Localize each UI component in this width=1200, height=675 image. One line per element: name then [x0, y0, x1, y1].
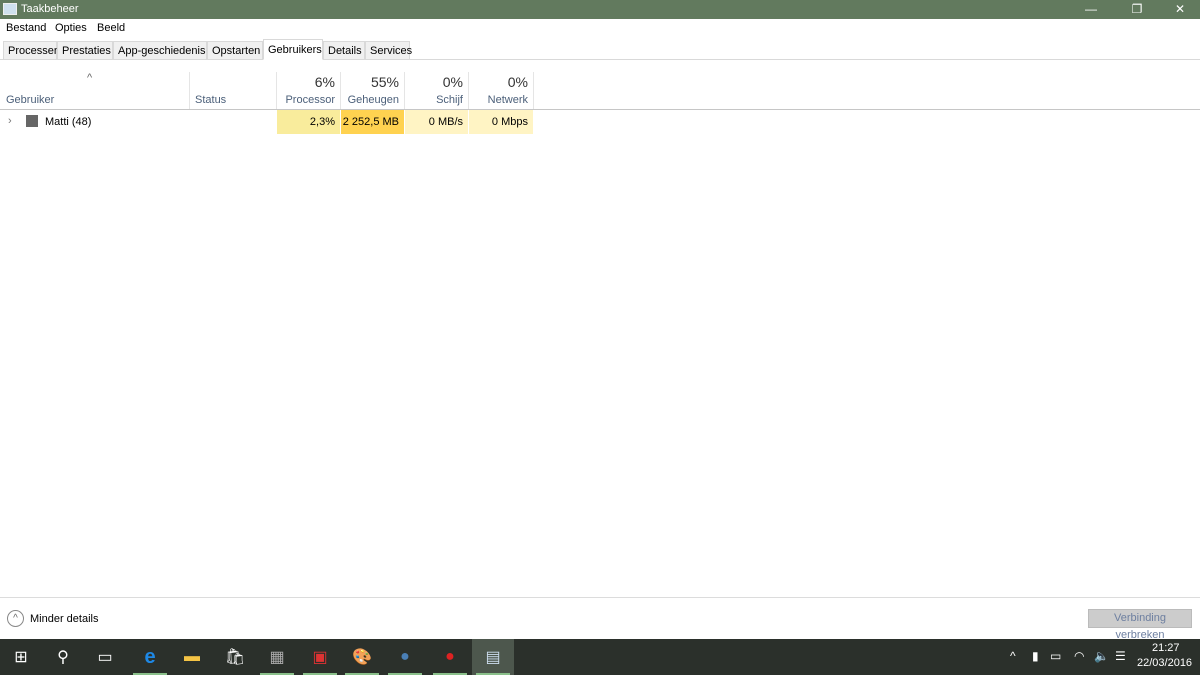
column-header-user[interactable]: ^ Gebruiker	[0, 72, 190, 109]
column-header-network[interactable]: 0% Netwerk	[469, 72, 534, 109]
tab-app-geschiedenis[interactable]: App-geschiedenis	[113, 41, 207, 60]
store-icon[interactable]: 🛍	[214, 639, 256, 675]
menu-opties[interactable]: Opties	[55, 22, 87, 34]
tab-prestaties[interactable]: Prestaties	[57, 41, 113, 60]
disk-cell: 0 MB/s	[405, 110, 469, 134]
menu-bar: Bestand Opties Beeld	[0, 19, 1200, 38]
tab-services[interactable]: Services	[365, 41, 412, 60]
column-header-status[interactable]: Status	[190, 72, 277, 109]
user-name: Matti (48)	[45, 116, 92, 128]
file-explorer-icon[interactable]: ▬	[171, 639, 213, 675]
expand-chevron-icon[interactable]: ›	[8, 115, 12, 127]
close-button[interactable]: ✕	[1160, 0, 1200, 19]
collapse-circle-icon[interactable]: ^	[7, 610, 24, 627]
tray-app-icon[interactable]: ▮	[1032, 649, 1039, 663]
wifi-icon[interactable]: ◠	[1074, 649, 1084, 663]
network-cell: 0 Mbps	[469, 110, 534, 134]
menu-beeld[interactable]: Beeld	[97, 22, 125, 34]
minimize-button[interactable]: —	[1068, 0, 1114, 19]
restore-button[interactable]: ❐	[1114, 0, 1160, 19]
cpu-cell: 2,3%	[277, 110, 341, 134]
clock-date[interactable]: 22/03/2016	[1137, 657, 1192, 669]
volume-icon[interactable]: 🔈	[1094, 649, 1109, 663]
less-details-link[interactable]: Minder details	[30, 613, 98, 625]
action-center-icon[interactable]: ☰	[1115, 649, 1126, 663]
disconnect-button[interactable]: Verbinding verbreken	[1088, 609, 1192, 641]
memory-cell: 2 252,5 MB	[341, 110, 405, 134]
app-wall-icon[interactable]: ▦	[256, 639, 298, 675]
start-windows-icon[interactable]: ⊞	[0, 639, 42, 675]
column-header-memory[interactable]: 55% Geheugen	[341, 72, 405, 109]
tab-processen[interactable]: Processen	[3, 41, 60, 60]
task-view-icon[interactable]: ▭	[84, 639, 126, 675]
fm-app-icon[interactable]: ●	[429, 639, 471, 675]
show-hidden-icons-icon[interactable]: ^	[1010, 649, 1016, 663]
sort-ascending-icon: ^	[87, 72, 93, 84]
header-divider	[0, 109, 1200, 110]
edge-browser-icon[interactable]: e	[129, 639, 171, 675]
column-header-disk[interactable]: 0% Schijf	[405, 72, 469, 109]
footer: ^ Minder details Verbinding verbreken	[0, 597, 1200, 641]
title-bar: Taakbeheer — ❐ ✕	[0, 0, 1200, 19]
app-red-icon[interactable]: ▣	[299, 639, 341, 675]
column-header-processor[interactable]: 6% Processor	[277, 72, 341, 109]
taskbar: ⊞ ⚲ ▭ e ▬ 🛍 ▦ ▣ 🎨 ● ● ▤ ^ ▮ ▭ ◠ 🔈 ☰ 21:2…	[0, 639, 1200, 675]
steam-icon[interactable]: ●	[384, 639, 426, 675]
task-manager-taskbar-icon[interactable]: ▤	[472, 639, 514, 675]
menu-bestand[interactable]: Bestand	[6, 22, 46, 34]
clock-time[interactable]: 21:27	[1152, 642, 1180, 654]
user-avatar-icon	[26, 115, 38, 127]
battery-icon[interactable]: ▭	[1050, 649, 1061, 663]
task-manager-icon	[3, 3, 17, 15]
tab-opstarten[interactable]: Opstarten	[207, 41, 263, 60]
tab-details[interactable]: Details	[323, 41, 365, 60]
tab-bar: Processen Prestaties App-geschiedenis Op…	[0, 38, 1200, 60]
tab-gebruikers[interactable]: Gebruikers	[263, 39, 323, 60]
window-title: Taakbeheer	[21, 3, 79, 15]
paint-icon[interactable]: 🎨	[341, 639, 383, 675]
search-icon[interactable]: ⚲	[42, 639, 84, 675]
